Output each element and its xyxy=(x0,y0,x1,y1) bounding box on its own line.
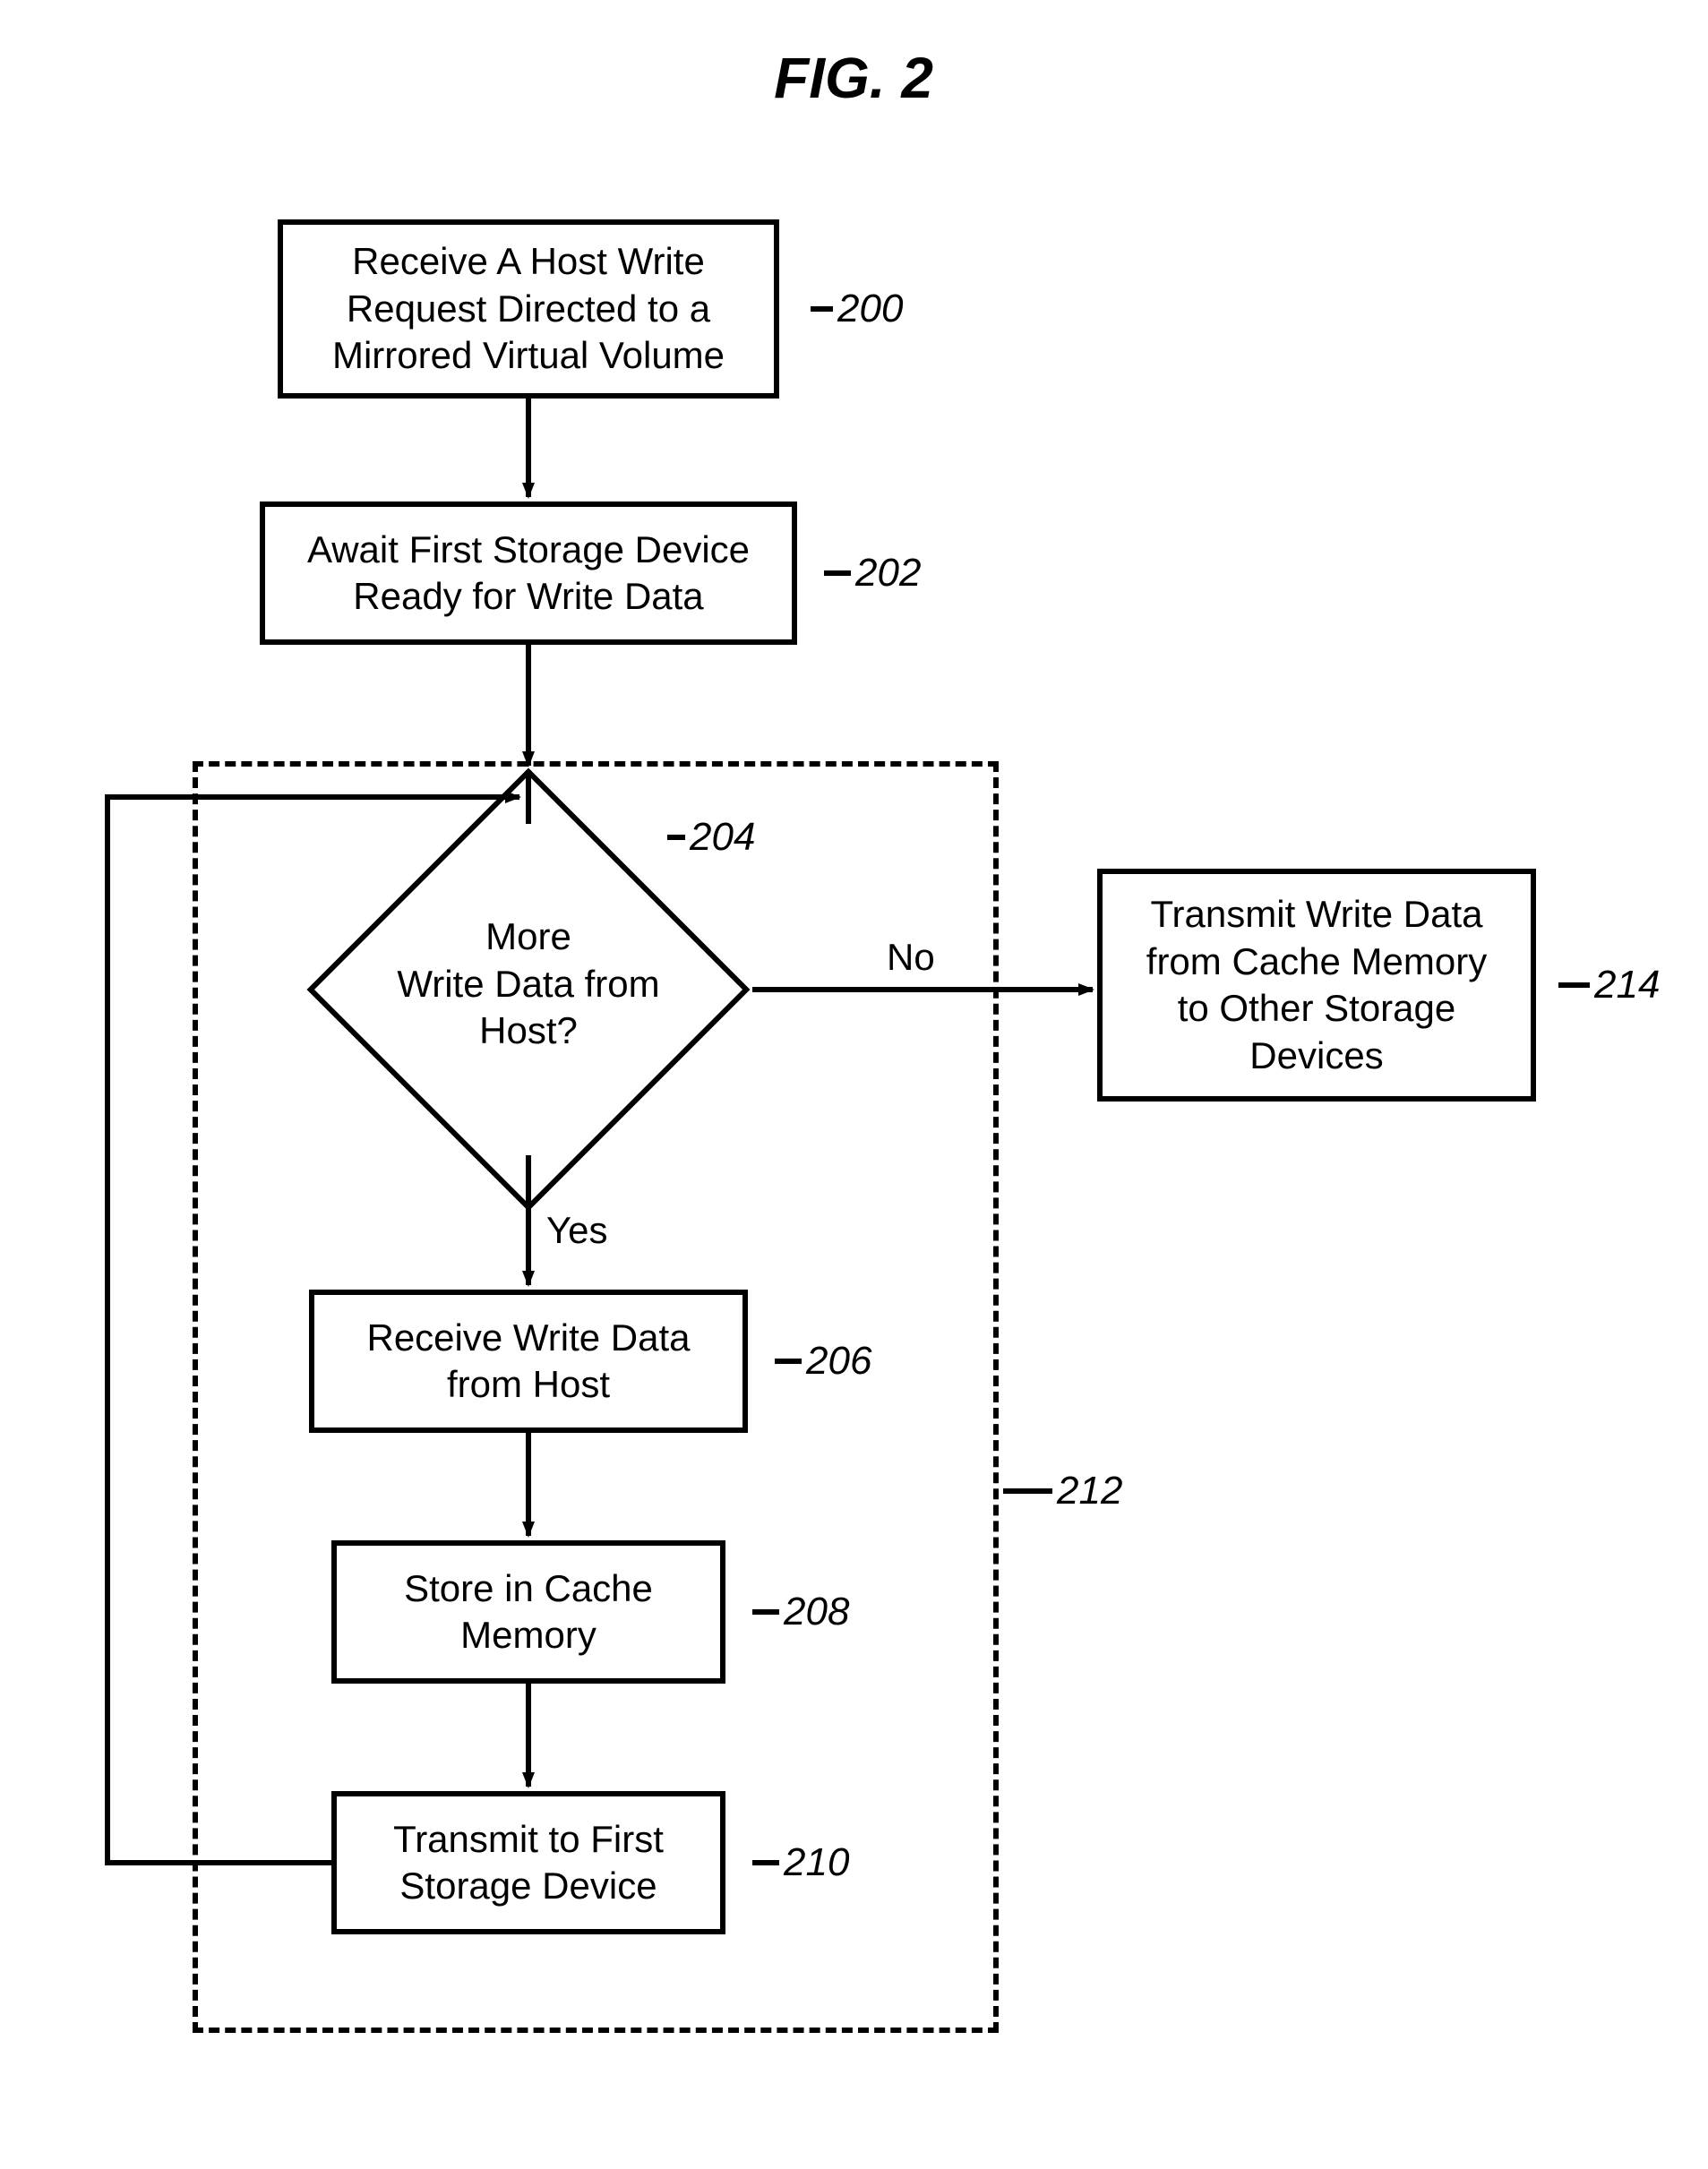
ref-204: 204 xyxy=(690,815,755,860)
node-206-text: Receive Write Data from Host xyxy=(366,1315,690,1409)
ref-210: 210 xyxy=(784,1840,849,1885)
decision-204-label: More Write Data from Host? xyxy=(372,913,685,1055)
node-transmit-first-storage: Transmit to First Storage Device xyxy=(331,1791,725,1934)
ref-202: 202 xyxy=(855,551,921,596)
node-208-text: Store in Cache Memory xyxy=(404,1565,653,1659)
node-store-cache: Store in Cache Memory xyxy=(331,1540,725,1684)
ref-212-text: 212 xyxy=(1057,1469,1122,1513)
label-no-text: No xyxy=(887,936,935,978)
flowchart-canvas: FIG. 2 Receive A Host Write Request Dire… xyxy=(0,0,1708,2169)
node-202-text: Await First Storage Device Ready for Wri… xyxy=(307,527,750,621)
node-210-text: Transmit to First Storage Device xyxy=(393,1816,664,1910)
node-transmit-other-storage: Transmit Write Data from Cache Memory to… xyxy=(1097,869,1536,1102)
label-yes: Yes xyxy=(546,1209,608,1252)
ref-206-text: 206 xyxy=(806,1339,871,1383)
ref-200: 200 xyxy=(837,287,903,331)
ref-208: 208 xyxy=(784,1590,849,1634)
label-yes-text: Yes xyxy=(546,1209,608,1251)
node-receive-host-write: Receive A Host Write Request Directed to… xyxy=(278,219,779,399)
figure-title-text: FIG. 2 xyxy=(774,46,933,110)
ref-214: 214 xyxy=(1594,963,1660,1007)
node-200-text: Receive A Host Write Request Directed to… xyxy=(332,238,725,380)
ref-212: 212 xyxy=(1057,1469,1122,1513)
node-receive-write-data: Receive Write Data from Host xyxy=(309,1290,748,1433)
ref-200-text: 200 xyxy=(837,287,903,330)
ref-202-text: 202 xyxy=(855,551,921,595)
ref-214-text: 214 xyxy=(1594,963,1660,1007)
node-await-first-storage: Await First Storage Device Ready for Wri… xyxy=(260,502,797,645)
ref-208-text: 208 xyxy=(784,1590,849,1633)
ref-206: 206 xyxy=(806,1339,871,1384)
ref-210-text: 210 xyxy=(784,1840,849,1884)
ref-204-text: 204 xyxy=(690,815,755,859)
figure-title: FIG. 2 xyxy=(674,45,1033,111)
label-no: No xyxy=(887,936,935,979)
node-214-text: Transmit Write Data from Cache Memory to… xyxy=(1146,891,1487,1079)
node-204-text: More Write Data from Host? xyxy=(397,915,659,1051)
